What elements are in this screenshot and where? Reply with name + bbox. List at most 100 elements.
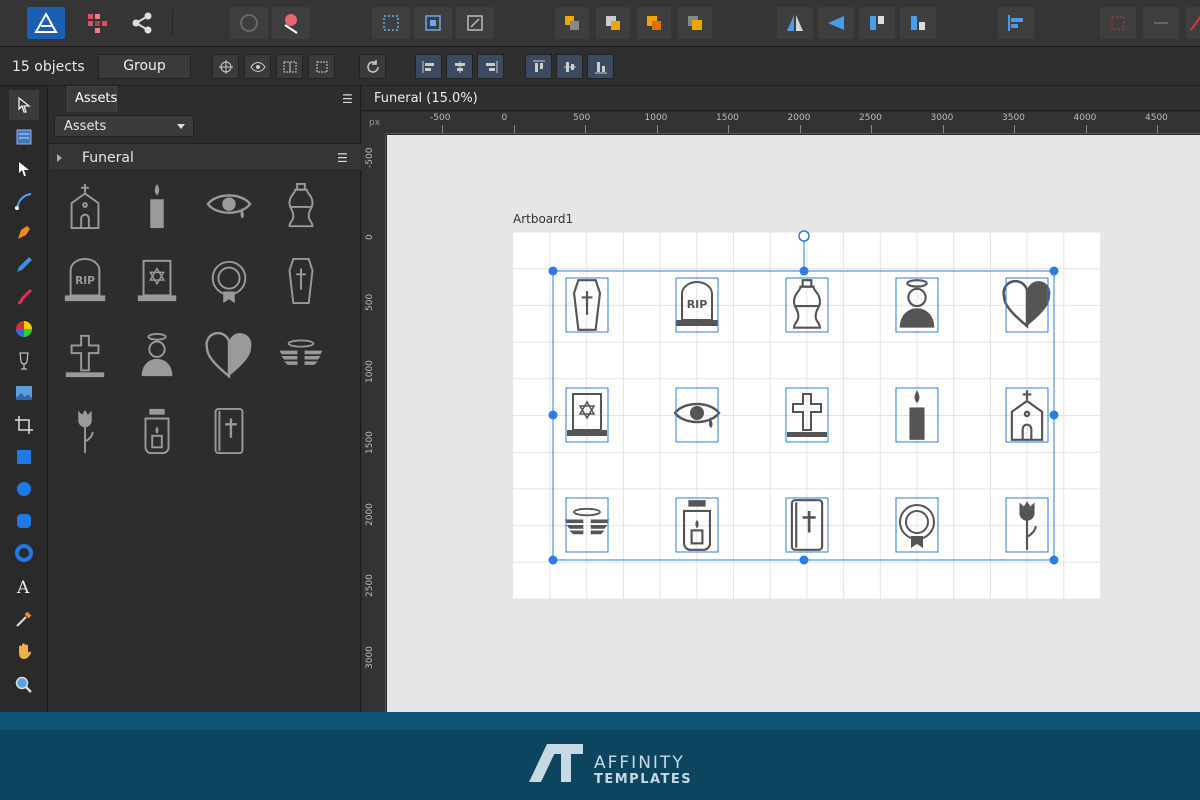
asset-tulip[interactable] bbox=[55, 401, 115, 461]
group-button[interactable]: Group bbox=[98, 54, 191, 79]
canvas-object-urn[interactable] bbox=[778, 274, 836, 336]
view-tool[interactable] bbox=[9, 636, 39, 666]
asset-coffin[interactable] bbox=[271, 251, 331, 311]
tulip-icon bbox=[76, 408, 95, 455]
canvas-object-bible[interactable] bbox=[778, 494, 836, 556]
donut-tool[interactable] bbox=[9, 538, 39, 568]
canvas-object-candle[interactable] bbox=[888, 384, 946, 446]
canvas-object-angel-person[interactable] bbox=[888, 274, 946, 336]
view-mode-button-3[interactable] bbox=[1186, 7, 1200, 39]
canvas-object-church[interactable] bbox=[998, 384, 1056, 446]
asset-candle[interactable] bbox=[127, 176, 187, 236]
rotate-clockwise-button[interactable] bbox=[900, 7, 936, 39]
pixel-view-icon bbox=[1111, 16, 1125, 30]
asset-church[interactable] bbox=[55, 176, 115, 236]
canvas-object-tulip[interactable] bbox=[998, 494, 1056, 556]
canvas-object-cross[interactable] bbox=[778, 384, 836, 446]
move-forward-button[interactable] bbox=[637, 7, 671, 39]
asset-angel-wings[interactable] bbox=[271, 326, 331, 386]
text-tool[interactable]: A bbox=[9, 572, 39, 602]
align-right-button[interactable] bbox=[477, 54, 504, 79]
asset-broken-heart[interactable] bbox=[199, 326, 259, 386]
assets-category-dropdown[interactable]: Assets bbox=[54, 115, 194, 137]
color-picker-tool[interactable] bbox=[9, 604, 39, 634]
asset-bible[interactable] bbox=[199, 401, 259, 461]
crop-tool[interactable] bbox=[9, 410, 39, 440]
snap-button-3[interactable] bbox=[456, 7, 494, 39]
align-bottom-button[interactable] bbox=[587, 54, 614, 79]
subcategory-menu-icon[interactable]: ☰ bbox=[337, 151, 351, 165]
ruler-tick-label: 2500 bbox=[859, 113, 882, 123]
move-front-button[interactable] bbox=[678, 7, 712, 39]
asset-cross[interactable] bbox=[55, 326, 115, 386]
snap-button-2[interactable] bbox=[414, 7, 452, 39]
rounded-rectangle-tool[interactable] bbox=[9, 506, 39, 536]
canvas-object-coffin[interactable] bbox=[558, 274, 616, 336]
document-tab[interactable]: Funeral (15.0%) bbox=[362, 86, 1200, 111]
rectangle-icon bbox=[17, 450, 31, 464]
vertical-ruler: -500 0 500 1000 1500 2000 2500 3000 bbox=[362, 134, 386, 712]
export-persona-button[interactable] bbox=[126, 7, 158, 39]
corner-tool[interactable] bbox=[9, 186, 39, 216]
panel-menu-icon[interactable]: ☰ bbox=[342, 92, 356, 106]
flip-horizontal-button[interactable] bbox=[777, 7, 813, 39]
artboard-tool[interactable] bbox=[9, 122, 39, 152]
move-backward-button[interactable] bbox=[596, 7, 630, 39]
ruler-unit: px bbox=[362, 112, 386, 134]
asset-wreath[interactable] bbox=[199, 251, 259, 311]
asset-angel-person[interactable] bbox=[127, 326, 187, 386]
ruler-tick bbox=[728, 125, 729, 133]
transform-origin-button[interactable] bbox=[212, 54, 239, 79]
distribute-button[interactable] bbox=[276, 54, 303, 79]
snap-to-bounds-button[interactable] bbox=[308, 54, 335, 79]
fill-tool[interactable] bbox=[9, 314, 39, 344]
angel-wings-icon bbox=[563, 497, 611, 553]
align-top-button[interactable] bbox=[525, 54, 552, 79]
asset-subcategory-header[interactable]: Funeral ☰ bbox=[49, 143, 361, 171]
align-center-button[interactable] bbox=[446, 54, 473, 79]
tab-assets[interactable]: Assets bbox=[67, 86, 117, 112]
canvas-object-angel-wings[interactable] bbox=[558, 494, 616, 556]
move-back-button[interactable] bbox=[555, 7, 589, 39]
ruler-tick-label: 0 bbox=[501, 113, 508, 123]
canvas-object-rip-tombstone[interactable] bbox=[668, 274, 726, 336]
canvas-object-lantern[interactable] bbox=[668, 494, 726, 556]
pixel-persona-button[interactable] bbox=[82, 7, 112, 39]
asset-star-of-david-tombstone[interactable] bbox=[127, 251, 187, 311]
canvas-object-crying-eye[interactable] bbox=[668, 384, 726, 446]
move-tool[interactable] bbox=[9, 90, 39, 120]
pen-view-icon bbox=[1190, 15, 1200, 31]
lantern-icon bbox=[675, 497, 719, 553]
pencil-tool[interactable] bbox=[9, 250, 39, 280]
rectangle-tool[interactable] bbox=[9, 442, 39, 472]
transparency-tool[interactable] bbox=[9, 346, 39, 376]
symbol-button[interactable] bbox=[230, 7, 268, 39]
align-left-button[interactable] bbox=[415, 54, 442, 79]
node-tool[interactable] bbox=[9, 154, 39, 184]
ellipse-tool[interactable] bbox=[9, 474, 39, 504]
ruler-tick bbox=[656, 125, 658, 133]
asset-lantern[interactable] bbox=[127, 401, 187, 461]
asset-crying-eye[interactable] bbox=[199, 176, 259, 236]
view-mode-button-2[interactable] bbox=[1143, 7, 1179, 39]
place-image-tool[interactable] bbox=[9, 378, 39, 408]
asset-rip-tombstone[interactable] bbox=[55, 251, 115, 311]
canvas-object-wreath[interactable] bbox=[888, 494, 946, 556]
canvas-object-broken-heart[interactable] bbox=[998, 274, 1056, 336]
pen-tool[interactable] bbox=[9, 218, 39, 248]
snap-button-1[interactable] bbox=[372, 7, 410, 39]
rotate-selection-button[interactable] bbox=[359, 54, 386, 79]
view-mode-button-1[interactable] bbox=[1100, 7, 1136, 39]
ruler-tick bbox=[1157, 125, 1158, 133]
vector-brush-tool[interactable] bbox=[9, 282, 39, 312]
assistant-button[interactable] bbox=[272, 7, 310, 39]
zoom-tool[interactable] bbox=[9, 670, 39, 700]
rotate-anticlockwise-button[interactable] bbox=[859, 7, 895, 39]
align-button[interactable] bbox=[998, 7, 1034, 39]
affinity-designer-persona-button[interactable] bbox=[27, 7, 65, 39]
asset-urn[interactable] bbox=[271, 176, 331, 236]
align-middle-button[interactable] bbox=[556, 54, 583, 79]
flip-vertical-button[interactable] bbox=[818, 7, 854, 39]
canvas-object-star-of-david-tombstone[interactable] bbox=[558, 384, 616, 446]
show-selection-box-button[interactable] bbox=[244, 54, 271, 79]
